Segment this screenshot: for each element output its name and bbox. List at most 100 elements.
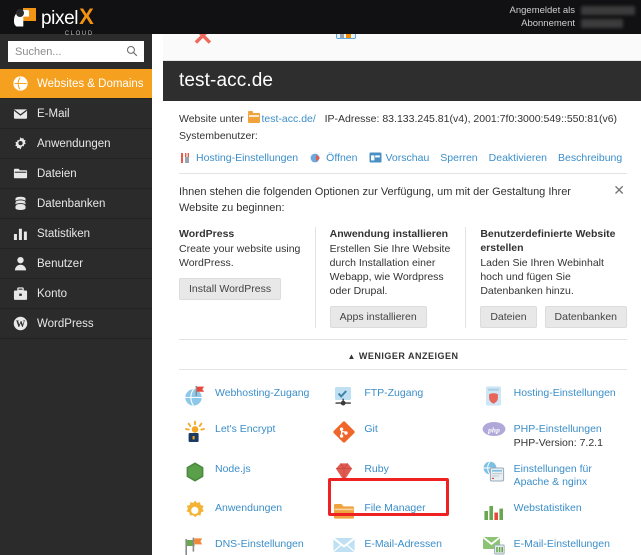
action-label: Hosting-Einstellungen bbox=[196, 151, 299, 164]
plesk-panel: pixel X CLOUD Websites & Domains bbox=[0, 0, 641, 555]
tool-php-einstellungen[interactable]: php PHP-Einstellungen PHP-Version: 7.2.1 bbox=[478, 415, 627, 455]
tool-lets-encrypt[interactable]: Let's Encrypt bbox=[179, 415, 328, 455]
preview-icon[interactable] bbox=[336, 34, 356, 39]
brand-name: pixel bbox=[41, 8, 79, 29]
tool-email-einstellungen[interactable]: E-Mail-Einstellungen bbox=[478, 530, 627, 555]
show-less-link[interactable]: ▲ WENIGER ANZEIGEN bbox=[347, 351, 458, 361]
promo-buttons: Apps installieren bbox=[329, 306, 452, 328]
sidebar-item-label: Konto bbox=[37, 287, 68, 300]
tool-file-manager[interactable]: File Manager bbox=[328, 494, 477, 530]
ftp-folder-icon bbox=[332, 384, 356, 408]
tool-label: FTP-Zugang bbox=[364, 387, 424, 399]
tool-anwendungen[interactable]: Anwendungen bbox=[179, 494, 328, 530]
tool-ftp-zugang[interactable]: FTP-Zugang bbox=[328, 379, 477, 415]
action-label: Sperren bbox=[440, 151, 478, 164]
applications-gear-icon bbox=[183, 499, 207, 523]
page-title: test-acc.de bbox=[163, 61, 641, 101]
sidebar-item-label: Anwendungen bbox=[37, 137, 111, 150]
user-icon bbox=[13, 256, 28, 271]
tool-label: Hosting-Einstellungen bbox=[513, 387, 616, 399]
sidebar-item-email[interactable]: E-Mail bbox=[0, 99, 152, 129]
tool-label-wrap: PHP-Einstellungen PHP-Version: 7.2.1 bbox=[514, 420, 603, 450]
database-icon bbox=[13, 196, 28, 211]
tool-email-adressen[interactable]: E-Mail-Adressen bbox=[328, 530, 477, 555]
php-icon: php bbox=[482, 420, 506, 444]
tool-nodejs[interactable]: Node.js bbox=[179, 455, 328, 494]
tool-label: Webhosting-Zugang bbox=[215, 387, 310, 399]
tool-label: Webstatistiken bbox=[513, 502, 582, 514]
action-deactivate[interactable]: Deaktivieren bbox=[489, 152, 547, 164]
domain-actions: Hosting-Einstellungen Öffnen Vorschau Sp… bbox=[163, 145, 641, 173]
promo-desc: Create your website using WordPress. bbox=[179, 243, 301, 269]
collapse-row: ▲ WENIGER ANZEIGEN bbox=[179, 339, 627, 369]
promo-title: WordPress bbox=[179, 228, 235, 240]
promo-title: Benutzerdefinierte Website erstellen bbox=[480, 228, 616, 254]
tool-webstatistiken[interactable]: Webstatistiken bbox=[478, 494, 627, 530]
tool-git[interactable]: Git bbox=[328, 415, 477, 455]
dns-flags-icon bbox=[183, 535, 207, 555]
databases-button[interactable]: Datenbanken bbox=[544, 306, 628, 328]
close-icon[interactable]: ✕ bbox=[613, 183, 625, 197]
sidebar-item-label: WordPress bbox=[37, 317, 94, 330]
domain-title: test-acc.de bbox=[179, 70, 274, 91]
truncated-top-row: ✕ bbox=[163, 34, 641, 61]
bar-chart-icon bbox=[13, 226, 28, 241]
sidebar-item-websites-domains[interactable]: Websites & Domains bbox=[0, 69, 152, 99]
promo-title: Anwendung installieren bbox=[329, 228, 449, 240]
subscription-value-redacted[interactable] bbox=[581, 19, 623, 28]
preview-icon bbox=[369, 151, 382, 164]
sidebar-item-wordpress[interactable]: W WordPress bbox=[0, 309, 152, 339]
sidebar-item-label: Dateien bbox=[37, 167, 77, 180]
logged-in-value-redacted[interactable] bbox=[581, 6, 635, 15]
brand-accent: X bbox=[79, 4, 94, 29]
sidebar-item-anwendungen[interactable]: Anwendungen bbox=[0, 129, 152, 159]
search-box[interactable] bbox=[8, 41, 144, 62]
tool-ruby[interactable]: Ruby bbox=[328, 455, 477, 494]
tool-label: File Manager bbox=[364, 502, 426, 514]
sidebar-item-dateien[interactable]: Dateien bbox=[0, 159, 152, 189]
promo-buttons: Dateien Datenbanken bbox=[480, 306, 628, 328]
tool-label: E-Mail-Einstellungen bbox=[513, 538, 610, 550]
action-hosting-settings[interactable]: Hosting-Einstellungen bbox=[179, 151, 298, 164]
gear-icon bbox=[13, 136, 28, 151]
action-preview[interactable]: Vorschau bbox=[369, 151, 430, 164]
sidebar-item-konto[interactable]: Konto bbox=[0, 279, 152, 309]
sidebar-item-benutzer[interactable]: Benutzer bbox=[0, 249, 152, 279]
sidebar-item-statistiken[interactable]: Statistiken bbox=[0, 219, 152, 249]
tool-webhosting-zugang[interactable]: Webhosting-Zugang bbox=[179, 379, 328, 415]
action-label: Vorschau bbox=[385, 151, 430, 164]
sidebar-item-label: Websites & Domains bbox=[37, 77, 144, 90]
promo-buttons: Install WordPress bbox=[179, 278, 301, 300]
tool-hosting-einstellungen[interactable]: Hosting-Einstellungen bbox=[478, 379, 627, 415]
tools-icon bbox=[179, 151, 192, 164]
action-description[interactable]: Beschreibung bbox=[558, 152, 622, 164]
folder-icon bbox=[13, 166, 28, 181]
tools-grid: Webhosting-Zugang FTP-Zugang Hosting-Ein… bbox=[179, 369, 627, 555]
action-suspend[interactable]: Sperren bbox=[440, 152, 477, 164]
tool-label: Anwendungen bbox=[215, 502, 283, 514]
website-url-link[interactable]: test-acc.de/ bbox=[262, 113, 316, 125]
briefcase-icon bbox=[13, 286, 28, 301]
search-icon[interactable] bbox=[126, 45, 138, 57]
tool-label: Let's Encrypt bbox=[215, 423, 276, 435]
files-button[interactable]: Dateien bbox=[480, 306, 537, 328]
content-area: ✕ test-acc.de Website unter test-acc.de/… bbox=[152, 34, 641, 555]
topbar-values bbox=[581, 6, 635, 28]
brand-logo[interactable]: pixel X CLOUD bbox=[0, 0, 152, 37]
action-open[interactable]: Öffnen bbox=[309, 151, 358, 164]
tool-label: Ruby bbox=[364, 463, 389, 475]
svg-text:php: php bbox=[487, 425, 500, 434]
subscription-label: Abonnement bbox=[521, 18, 575, 29]
search-input[interactable] bbox=[8, 41, 144, 62]
file-manager-icon bbox=[332, 499, 356, 523]
brand-tagline: CLOUD bbox=[64, 31, 94, 37]
promo-lead-text: Ihnen stehen die folgenden Optionen zur … bbox=[179, 186, 571, 214]
tool-dns-einstellungen[interactable]: DNS-Einstellungen bbox=[179, 530, 328, 555]
sidebar-item-datenbanken[interactable]: Datenbanken bbox=[0, 189, 152, 219]
main-area: Angemeldet als Abonnement ✕ test-acc.de … bbox=[152, 0, 641, 555]
install-apps-button[interactable]: Apps installieren bbox=[329, 306, 427, 328]
sidebar-content-gutter bbox=[152, 34, 163, 555]
install-wordpress-button[interactable]: Install WordPress bbox=[179, 278, 282, 300]
close-icon[interactable]: ✕ bbox=[192, 34, 214, 52]
tool-apache-nginx[interactable]: Einstellungen für Apache & nginx bbox=[478, 455, 627, 494]
